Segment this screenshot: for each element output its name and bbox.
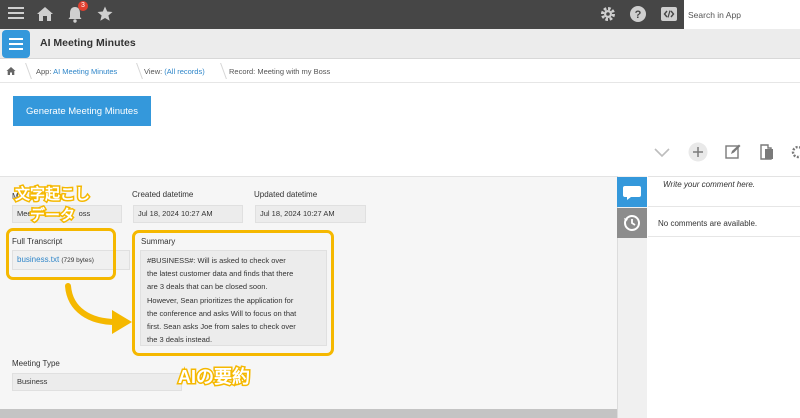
code-icon[interactable]: [659, 5, 679, 25]
created-datetime-label: Created datetime: [132, 190, 194, 199]
search-input[interactable]: [684, 0, 800, 29]
comment-panel: [648, 176, 800, 418]
breadcrumb-view: View: (All records): [144, 60, 205, 83]
home-icon[interactable]: [35, 5, 55, 25]
updated-datetime-label: Updated datetime: [254, 190, 318, 199]
meeting-type-label: Meeting Type: [12, 359, 60, 368]
footer-divider: [0, 409, 617, 418]
meeting-type-value: Business: [12, 373, 182, 391]
chevron-down-icon[interactable]: [653, 143, 671, 161]
comment-tab[interactable]: [617, 177, 647, 207]
summary-highlight-box: [132, 230, 334, 356]
top-bar: 3 ?: [0, 0, 800, 29]
breadcrumb-app: App: AI Meeting Minutes: [36, 60, 117, 83]
help-icon[interactable]: ?: [628, 5, 648, 25]
comment-icon: [623, 186, 641, 200]
gear-icon[interactable]: [598, 5, 618, 25]
notification-badge: 3: [78, 1, 88, 11]
app-title[interactable]: AI Meeting Minutes: [40, 37, 136, 49]
edit-icon[interactable]: [724, 143, 742, 161]
history-tab[interactable]: [617, 208, 647, 238]
add-record-icon[interactable]: [688, 142, 708, 162]
menu-icon[interactable]: [6, 5, 26, 25]
history-icon: [624, 215, 640, 231]
comment-input[interactable]: [663, 180, 793, 189]
star-icon[interactable]: [95, 5, 115, 25]
generate-minutes-button[interactable]: Generate Meeting Minutes: [13, 96, 151, 126]
transcript-highlight-box: [6, 228, 116, 280]
no-comments-text: No comments are available.: [658, 219, 758, 228]
created-datetime-value: Jul 18, 2024 10:27 AM: [133, 205, 243, 223]
comment-divider: [648, 236, 800, 237]
app-list-icon[interactable]: [2, 30, 30, 58]
summary-annotation: AIの要約: [177, 366, 252, 389]
app-header: AI Meeting Minutes: [0, 29, 800, 59]
search-box[interactable]: [684, 0, 800, 29]
comment-divider: [648, 206, 800, 207]
transcript-annotation-line2: データ: [28, 206, 76, 226]
breadcrumb-app-prefix: App:: [36, 67, 54, 76]
settings-icon[interactable]: [790, 143, 800, 161]
svg-text:?: ?: [635, 9, 642, 21]
updated-datetime-value: Jul 18, 2024 10:27 AM: [255, 205, 366, 223]
breadcrumb-app-link[interactable]: AI Meeting Minutes: [53, 67, 117, 76]
duplicate-icon[interactable]: [758, 143, 776, 161]
breadcrumb-view-prefix: View:: [144, 67, 165, 76]
home-icon[interactable]: [6, 66, 16, 76]
title-value-end: oss: [78, 209, 91, 218]
breadcrumb-record: Record: Meeting with my Boss: [229, 67, 331, 76]
arrow-icon: [65, 283, 132, 334]
transcript-annotation-line1: 文字起こし: [13, 185, 91, 205]
breadcrumb: App: AI Meeting Minutes View: (All recor…: [0, 60, 800, 83]
breadcrumb-view-link[interactable]: (All records): [164, 67, 204, 76]
